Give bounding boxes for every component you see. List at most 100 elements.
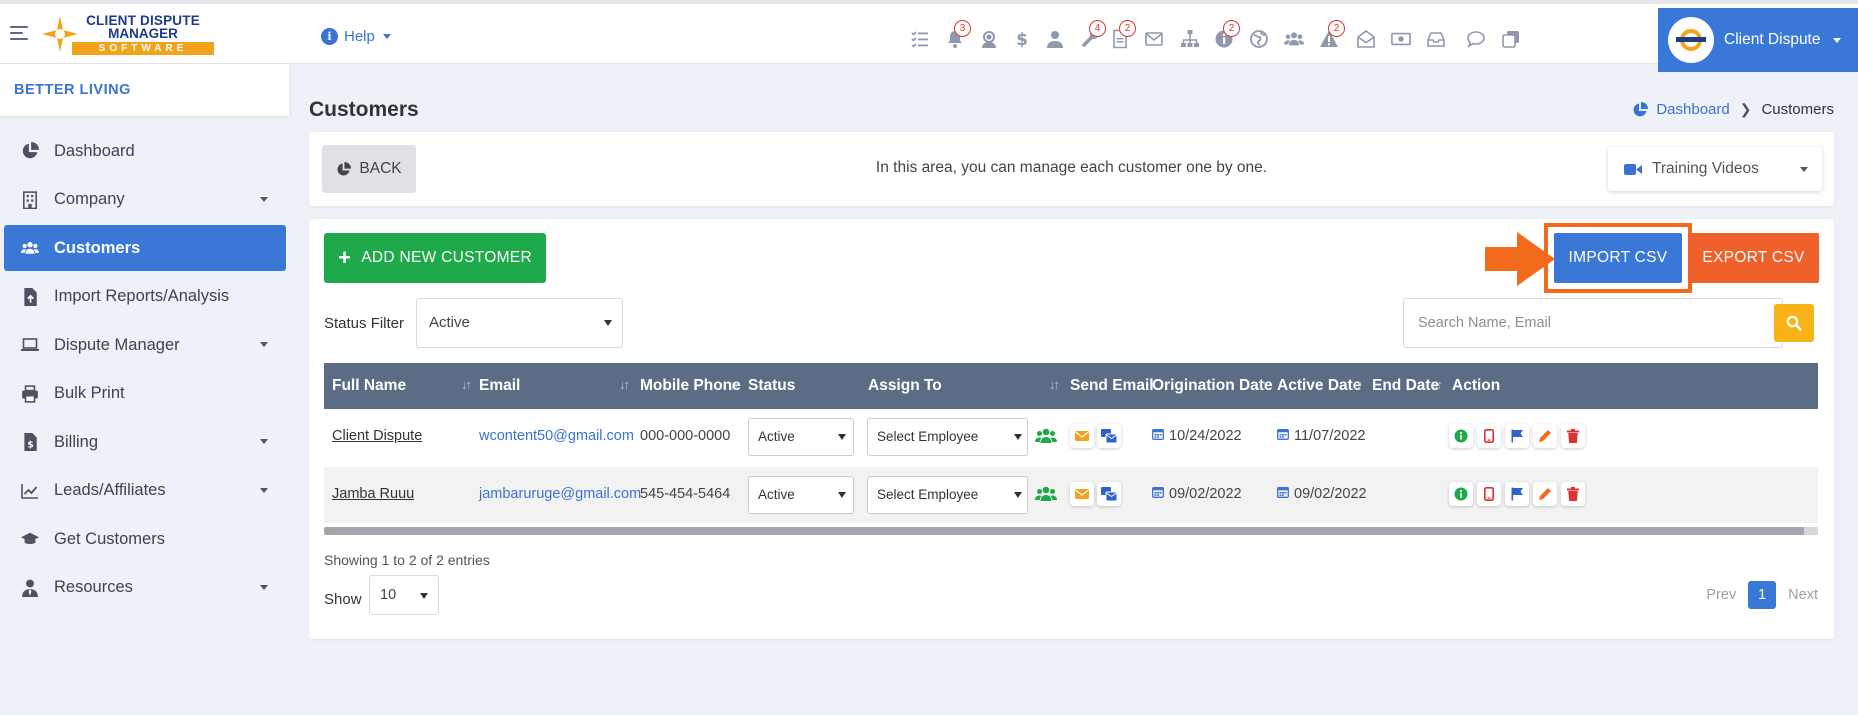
organization-name[interactable]: BETTER LIVING [0,64,289,116]
copy-icon[interactable] [1499,28,1523,50]
column-header-action[interactable]: Action [1452,377,1500,395]
flag-button[interactable] [1505,424,1529,448]
assign-select-value: Select Employee [877,429,979,444]
sort-icon[interactable]: ↓↑ [729,377,740,392]
menu-toggle-icon[interactable] [10,26,28,42]
status-select-value: Active [758,429,795,444]
sidebar-item-leads-affiliates[interactable]: Leads/Affiliates [4,468,286,514]
sidebar-item-dashboard[interactable]: Dashboard [4,128,286,174]
column-header-assign-to[interactable]: Assign To [868,377,942,395]
mobile-phone-button[interactable] [1477,424,1501,448]
add-new-customer-button[interactable]: + ADD NEW CUSTOMER [324,233,546,283]
envelope-icon[interactable] [1142,28,1166,50]
sidebar-item-dispute-manager[interactable]: Dispute Manager [4,322,286,368]
page-number-button[interactable]: 1 [1748,581,1777,609]
mail-open-icon[interactable] [1354,28,1378,50]
customer-email-link[interactable]: wcontent50@gmail.com [479,428,634,444]
sort-icon[interactable]: ↓↑ [1432,377,1443,392]
page-size-select[interactable]: 10 [369,575,439,615]
import-csv-button[interactable]: IMPORT CSV [1554,233,1682,283]
send-email-button[interactable] [1070,424,1094,448]
mobile-phone-button[interactable] [1477,482,1501,506]
sidebar-item-customers[interactable]: Customers [4,225,286,271]
training-videos-dropdown[interactable]: Training Videos [1608,147,1822,191]
status-select-value: Active [758,487,795,502]
customer-email-link[interactable]: jambaruruge@gmail.com [479,486,641,502]
send-bulk-email-button[interactable] [1097,424,1121,448]
breadcrumb-dashboard-link[interactable]: Dashboard [1632,101,1730,118]
assign-employee-select[interactable]: Select Employee [867,418,1028,456]
globe-icon[interactable] [1247,28,1271,50]
customers-card: + ADD NEW CUSTOMER IMPORT CSV EXPORT CSV… [309,219,1834,639]
sidebar-item-company[interactable]: Company [4,177,286,223]
pencil-button[interactable] [1533,482,1557,506]
flag-button[interactable] [1505,482,1529,506]
sidebar-item-label: Dispute Manager [54,335,180,354]
status-select[interactable]: Active [748,476,854,514]
info-button[interactable] [1449,482,1473,506]
sidebar-item-get-customers[interactable]: Get Customers [4,516,286,562]
profile-menu[interactable]: Client Dispute [1658,8,1858,72]
horizontal-scrollbar[interactable] [324,527,1818,535]
column-header-full-name[interactable]: Full Name [332,377,406,395]
send-bulk-email-button[interactable] [1097,482,1121,506]
user-tie-icon[interactable] [1043,28,1067,50]
column-header-send-email[interactable]: Send Email [1070,377,1154,395]
support-agent-icon[interactable] [977,28,1001,50]
sort-icon[interactable]: ↓↑ [1257,377,1268,392]
sidebar-item-label: Customers [54,238,141,257]
column-header-end-date[interactable]: End Date [1372,377,1439,395]
bell-icon[interactable]: 3 [943,20,971,50]
tasks-icon[interactable] [908,28,932,50]
sidebar-item-label: Company [54,190,125,208]
column-header-status[interactable]: Status [748,377,795,395]
chevron-down-icon [1014,434,1022,440]
customer-name-link[interactable]: Jamba Ruuu [332,486,414,502]
sort-icon[interactable]: ↓↑ [1049,377,1060,392]
logo-text-line3: SOFTWARE [72,42,214,55]
wrench-icon[interactable]: 4 [1078,20,1106,50]
assign-team-icon[interactable] [1034,485,1058,507]
assign-team-icon[interactable] [1034,427,1058,449]
trash-button[interactable] [1561,482,1585,506]
column-header-mobile-phone[interactable]: Mobile Phone [640,377,741,395]
status-filter-select[interactable]: Active [416,298,623,348]
users-icon[interactable] [1282,28,1306,50]
search-input[interactable]: Search Name, Email [1403,298,1783,348]
chat-icon[interactable] [1464,28,1488,50]
info-icon[interactable]: 2 [1212,20,1240,50]
building-icon [20,190,40,210]
customer-name-link[interactable]: Client Dispute [332,428,422,444]
inbox-icon[interactable] [1424,28,1448,50]
pencil-button[interactable] [1533,424,1557,448]
users-icon [20,238,40,258]
export-csv-button[interactable]: EXPORT CSV [1688,233,1819,283]
trash-button[interactable] [1561,424,1585,448]
send-email-button[interactable] [1070,482,1094,506]
chevron-down-icon [260,487,268,493]
document-icon[interactable]: 2 [1108,20,1136,50]
sort-icon[interactable]: ↓↑ [1352,377,1363,392]
prev-page-button[interactable]: Prev [1706,587,1736,603]
app-logo[interactable]: CLIENT DISPUTE MANAGER SOFTWARE [42,12,214,56]
column-header-origination-date[interactable]: Origination Date [1152,377,1273,395]
status-select[interactable]: Active [748,418,854,456]
column-header-active-date[interactable]: Active Date [1277,377,1361,395]
sidebar-item-import-reports-analysis[interactable]: Import Reports/Analysis [4,274,286,320]
assign-employee-select[interactable]: Select Employee [867,476,1028,514]
money-icon[interactable] [1389,28,1413,50]
sidebar-item-resources[interactable]: Resources [4,565,286,611]
sort-icon[interactable]: ↓↑ [461,377,472,392]
sidebar-item-billing[interactable]: $ Billing [4,419,286,465]
search-button[interactable] [1774,304,1814,342]
chevron-down-icon [838,492,846,498]
dollar-icon[interactable]: $ [1010,28,1034,50]
info-button[interactable] [1449,424,1473,448]
column-header-email[interactable]: Email [479,377,520,395]
warning-icon[interactable]: 2 [1317,20,1345,50]
help-menu[interactable]: i Help [321,28,391,45]
sort-icon[interactable]: ↓↑ [619,377,630,392]
sidebar-item-bulk-print[interactable]: Bulk Print [4,371,286,417]
next-page-button[interactable]: Next [1788,587,1818,603]
sitemap-icon[interactable] [1178,28,1202,50]
